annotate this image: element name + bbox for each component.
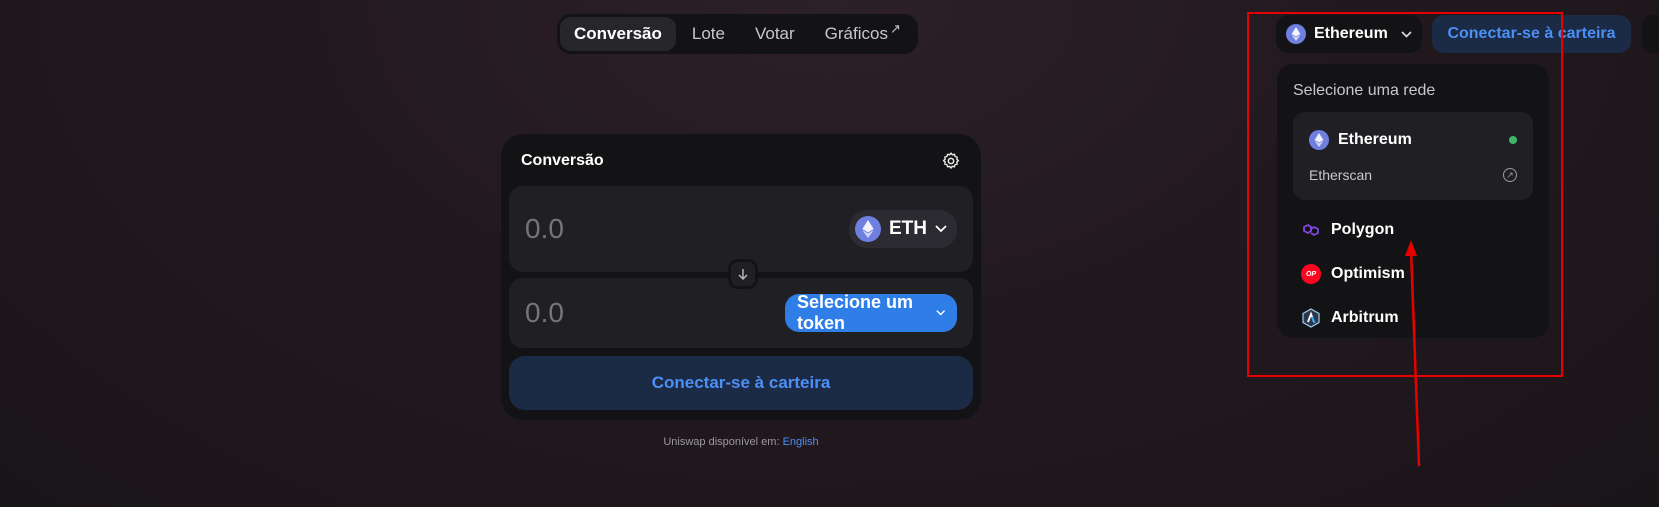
nav-tab-conversao[interactable]: Conversão xyxy=(560,17,676,51)
input-token-symbol: ETH xyxy=(889,218,927,239)
footer: Uniswap disponível em: English xyxy=(0,436,1482,448)
nav-tab-lote[interactable]: Lote xyxy=(678,17,739,51)
gear-icon[interactable] xyxy=(941,151,961,171)
swap-card: Conversão ETH Selecione um token Conecta… xyxy=(501,134,981,420)
output-amount[interactable] xyxy=(525,297,785,329)
swap-title: Conversão xyxy=(521,152,604,169)
chevron-down-icon xyxy=(935,225,947,233)
more-menu-button[interactable] xyxy=(1642,15,1659,53)
annotation-highlight-box xyxy=(1247,12,1563,377)
input-amount[interactable] xyxy=(525,213,785,245)
select-token-button[interactable]: Selecione um token xyxy=(785,292,957,333)
connect-wallet-button[interactable]: Conectar-se à carteira xyxy=(509,356,973,410)
ethereum-icon xyxy=(855,216,881,242)
nav-tab-votar[interactable]: Votar xyxy=(741,17,809,51)
nav-tab-graficos-label: Gráficos xyxy=(824,24,888,43)
external-link-icon: ↗ xyxy=(889,21,901,36)
chevron-down-icon xyxy=(935,310,945,316)
switch-direction-button[interactable] xyxy=(728,259,758,289)
arrow-down-icon xyxy=(738,269,748,280)
select-token-label: Selecione um token xyxy=(797,292,914,333)
top-nav: Conversão Lote Votar Gráficos ↗ xyxy=(557,14,918,54)
swap-card-header: Conversão xyxy=(509,142,973,180)
nav-tab-graficos[interactable]: Gráficos ↗ xyxy=(811,17,915,51)
input-token-selector[interactable]: ETH xyxy=(849,210,957,248)
language-link[interactable]: English xyxy=(783,436,819,448)
footer-text: Uniswap disponível em: xyxy=(663,436,780,448)
